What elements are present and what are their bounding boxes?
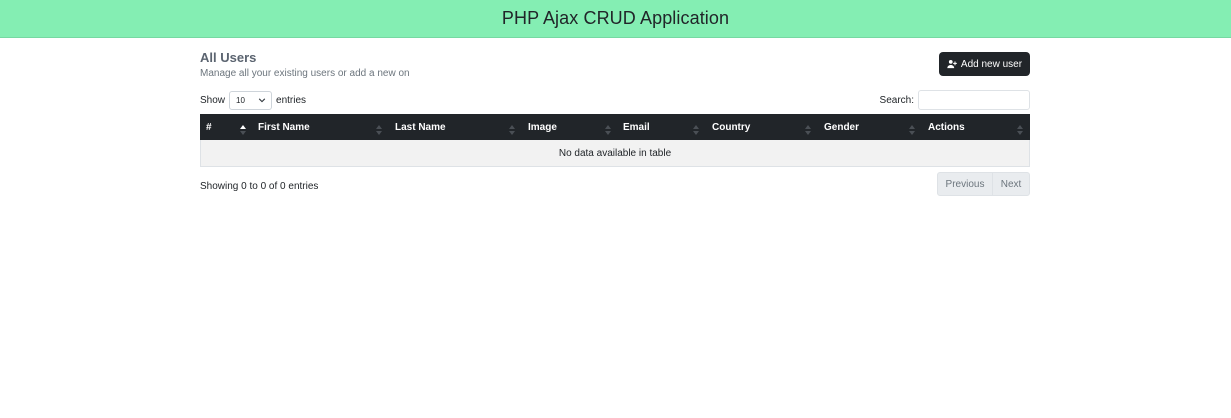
column-header-label: Gender — [824, 121, 860, 133]
entries-length-control: Show 10 entries — [200, 90, 306, 110]
column-header-actions[interactable]: Actions — [928, 114, 965, 140]
next-page-button[interactable]: Next — [993, 173, 1029, 195]
sort-icon — [693, 122, 699, 135]
users-table: # First Name Last Name Image Email Count… — [200, 114, 1030, 167]
app-navbar: PHP Ajax CRUD Application — [0, 0, 1231, 38]
table-info: Showing 0 to 0 of 0 entries — [200, 181, 319, 192]
search-label: Search: — [879, 94, 914, 106]
page-subtitle: Manage all your existing users or add a … — [200, 68, 410, 79]
column-header-label: Image — [528, 121, 557, 133]
column-header-first-name[interactable]: First Name — [258, 114, 310, 140]
empty-table-row: No data available in table — [200, 140, 1030, 167]
sort-icon — [509, 122, 515, 135]
pagination: Previous Next — [937, 172, 1030, 196]
empty-table-message: No data available in table — [558, 147, 672, 159]
entries-select-value: 10 — [236, 95, 245, 105]
entries-label: entries — [276, 94, 307, 106]
column-header-last-name[interactable]: Last Name — [395, 114, 446, 140]
show-label: Show — [200, 94, 226, 106]
page-title: All Users — [200, 50, 257, 65]
sort-icon — [1017, 122, 1023, 135]
app-title: PHP Ajax CRUD Application — [501, 8, 730, 28]
table-header: # First Name Last Name Image Email Count… — [200, 114, 1030, 140]
user-plus-icon — [947, 59, 957, 69]
column-header-label: Last Name — [395, 121, 446, 133]
sort-icon — [605, 122, 611, 135]
column-header-number[interactable]: # — [206, 114, 212, 140]
column-header-label: Actions — [928, 121, 965, 133]
column-header-gender[interactable]: Gender — [824, 114, 859, 140]
column-header-label: Email — [623, 121, 650, 133]
add-new-user-button[interactable]: Add new user — [939, 52, 1030, 76]
column-header-label: # — [206, 121, 212, 133]
column-header-email[interactable]: Email — [623, 114, 650, 140]
column-header-image[interactable]: Image — [528, 114, 557, 140]
table-controls: Show 10 entries Search: — [200, 90, 1030, 112]
chevron-down-icon — [258, 96, 266, 104]
table-footer: Showing 0 to 0 of 0 entries Previous Nex… — [200, 172, 1030, 196]
sort-icon — [805, 122, 811, 135]
column-header-country[interactable]: Country — [712, 114, 750, 140]
column-header-label: Country — [712, 121, 751, 133]
search-control: Search: — [880, 90, 1030, 110]
panel-header: All Users Manage all your existing users… — [200, 48, 1030, 84]
sort-icon — [376, 122, 382, 135]
column-header-label: First Name — [258, 121, 310, 133]
previous-page-button[interactable]: Previous — [938, 173, 993, 195]
add-new-user-label: Add new user — [960, 58, 1023, 70]
sort-icon — [909, 122, 915, 135]
search-input[interactable] — [918, 90, 1030, 110]
sort-ascending-icon — [240, 122, 246, 135]
entries-select[interactable]: 10 — [229, 90, 273, 110]
